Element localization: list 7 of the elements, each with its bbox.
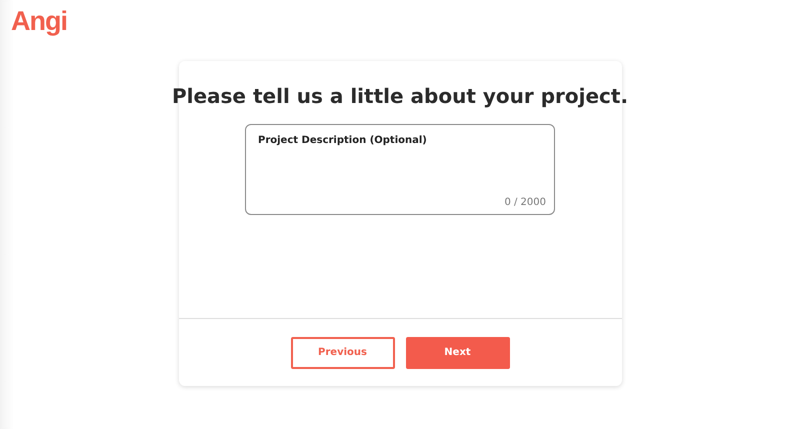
description-field[interactable]: Project Description (Optional) 0 / 2000 bbox=[245, 124, 555, 215]
character-counter: 0 / 2000 bbox=[504, 197, 546, 208]
page-title: Please tell us a little about your project. bbox=[172, 83, 628, 109]
logo[interactable]: Angi bbox=[11, 4, 67, 38]
previous-button[interactable]: Previous bbox=[290, 336, 394, 368]
field-label: Project Description (Optional) bbox=[258, 135, 427, 146]
next-button[interactable]: Next bbox=[406, 336, 510, 368]
